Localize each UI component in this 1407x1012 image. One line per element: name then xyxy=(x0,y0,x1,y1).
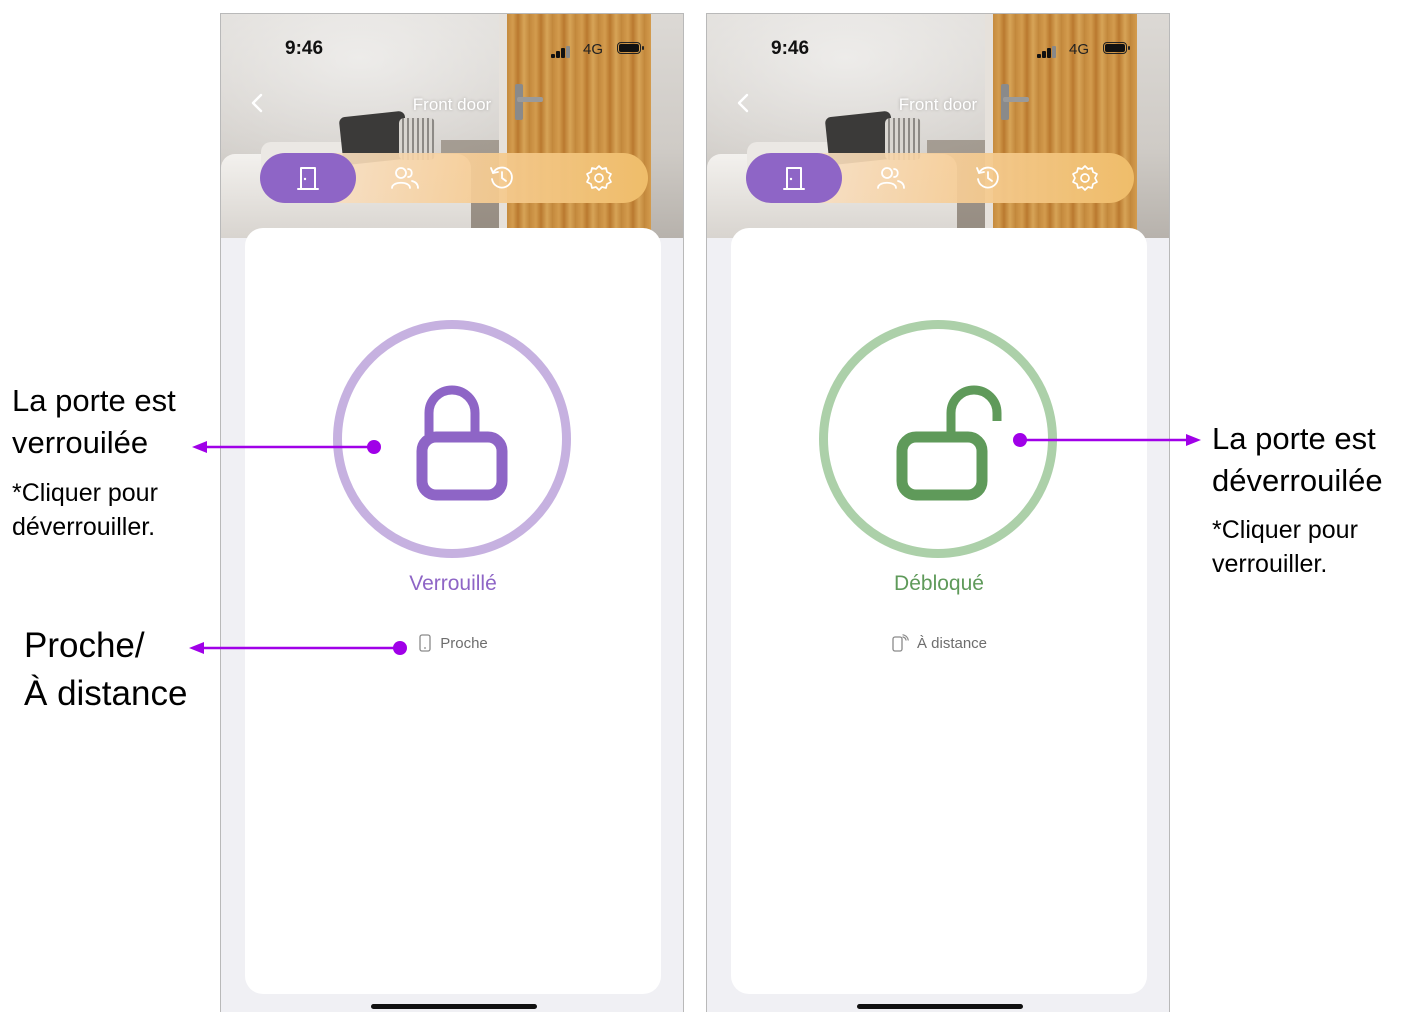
signal-icon xyxy=(1037,46,1057,58)
tab-users[interactable] xyxy=(843,153,939,203)
tab-history[interactable] xyxy=(940,153,1036,203)
annotation-proximity-line2: À distance xyxy=(24,674,188,713)
annotation-unlocked-title-line1: La porte est xyxy=(1212,421,1376,456)
lock-toggle-button[interactable] xyxy=(333,320,571,558)
hero-background: 9:46 4G Front door xyxy=(221,14,683,238)
users-icon xyxy=(877,167,905,189)
home-indicator xyxy=(857,1004,1023,1009)
status-time: 9:46 xyxy=(285,38,324,59)
hero-background: 9:46 4G Front door xyxy=(707,14,1169,238)
network-type: 4G xyxy=(583,41,604,58)
annotation-proximity: Proche/ À distance xyxy=(24,622,187,718)
lock-status-label: Débloqué xyxy=(894,572,984,595)
annotation-unlocked-title: La porte est déverrouilée xyxy=(1212,418,1383,502)
phone-screen-unlocked: 9:46 4G Front door Débloqué À distance xyxy=(706,13,1170,1012)
settings-icon xyxy=(1072,165,1098,191)
annotation-arrows xyxy=(189,433,1201,655)
lock-status-label: Verrouillé xyxy=(409,572,497,595)
padlock-open-icon xyxy=(896,385,1002,501)
annotation-locked-title-line1: La porte est xyxy=(12,383,176,418)
connection-mode-label: À distance xyxy=(916,634,988,652)
status-time: 9:46 xyxy=(771,38,810,59)
annotation-unlocked-title-line2: déverrouilée xyxy=(1212,463,1383,498)
battery-icon xyxy=(1103,42,1130,54)
door-icon xyxy=(783,167,805,190)
status-bar: 9:46 4G xyxy=(221,38,683,62)
home-indicator xyxy=(371,1004,537,1009)
users-icon xyxy=(391,167,419,189)
tab-settings[interactable] xyxy=(551,153,647,203)
annotation-locked-title: La porte est verrouilée xyxy=(12,380,176,464)
annotation-proximity-line1: Proche/ xyxy=(24,626,145,665)
annotation-unlocked-note: *Cliquer pour verrouiller. xyxy=(1212,513,1358,581)
tab-door[interactable] xyxy=(260,153,356,203)
annotation-locked-note-line1: *Cliquer pour xyxy=(12,479,158,507)
settings-icon xyxy=(586,165,612,191)
connection-mode: Proche xyxy=(245,634,661,652)
connection-mode-label: Proche xyxy=(440,634,488,652)
door-icon xyxy=(297,167,319,190)
connection-mode: À distance xyxy=(731,634,1147,652)
signal-icon xyxy=(551,46,571,58)
status-bar: 9:46 4G xyxy=(707,38,1169,62)
tab-bar xyxy=(260,153,648,203)
lock-card: Verrouillé Proche xyxy=(245,228,661,994)
tab-users[interactable] xyxy=(357,153,453,203)
page-title: Front door xyxy=(898,95,978,114)
annotation-unlocked-note-line1: *Cliquer pour xyxy=(1212,516,1358,544)
tab-door[interactable] xyxy=(746,153,842,203)
tab-history[interactable] xyxy=(454,153,550,203)
tab-bar xyxy=(746,153,1134,203)
page-title: Front door xyxy=(412,95,492,114)
history-icon xyxy=(976,166,999,189)
lock-toggle-button[interactable] xyxy=(819,320,1057,558)
phone-screen-locked: 9:46 4G Front door Verrouillé Proche xyxy=(220,13,684,1012)
network-type: 4G xyxy=(1069,41,1090,58)
remote-phone-icon xyxy=(892,634,909,652)
phone-icon xyxy=(419,634,431,652)
annotation-locked-note-line2: déverrouiller. xyxy=(12,513,156,541)
annotation-unlocked-note-line2: verrouiller. xyxy=(1212,550,1328,578)
history-icon xyxy=(490,166,513,189)
battery-icon xyxy=(617,42,644,54)
annotation-locked-title-line2: verrouilée xyxy=(12,425,149,460)
padlock-closed-icon xyxy=(416,385,508,501)
annotation-locked-note: *Cliquer pour déverrouiller. xyxy=(12,476,158,544)
lock-card: Débloqué À distance xyxy=(731,228,1147,994)
tab-settings[interactable] xyxy=(1037,153,1133,203)
